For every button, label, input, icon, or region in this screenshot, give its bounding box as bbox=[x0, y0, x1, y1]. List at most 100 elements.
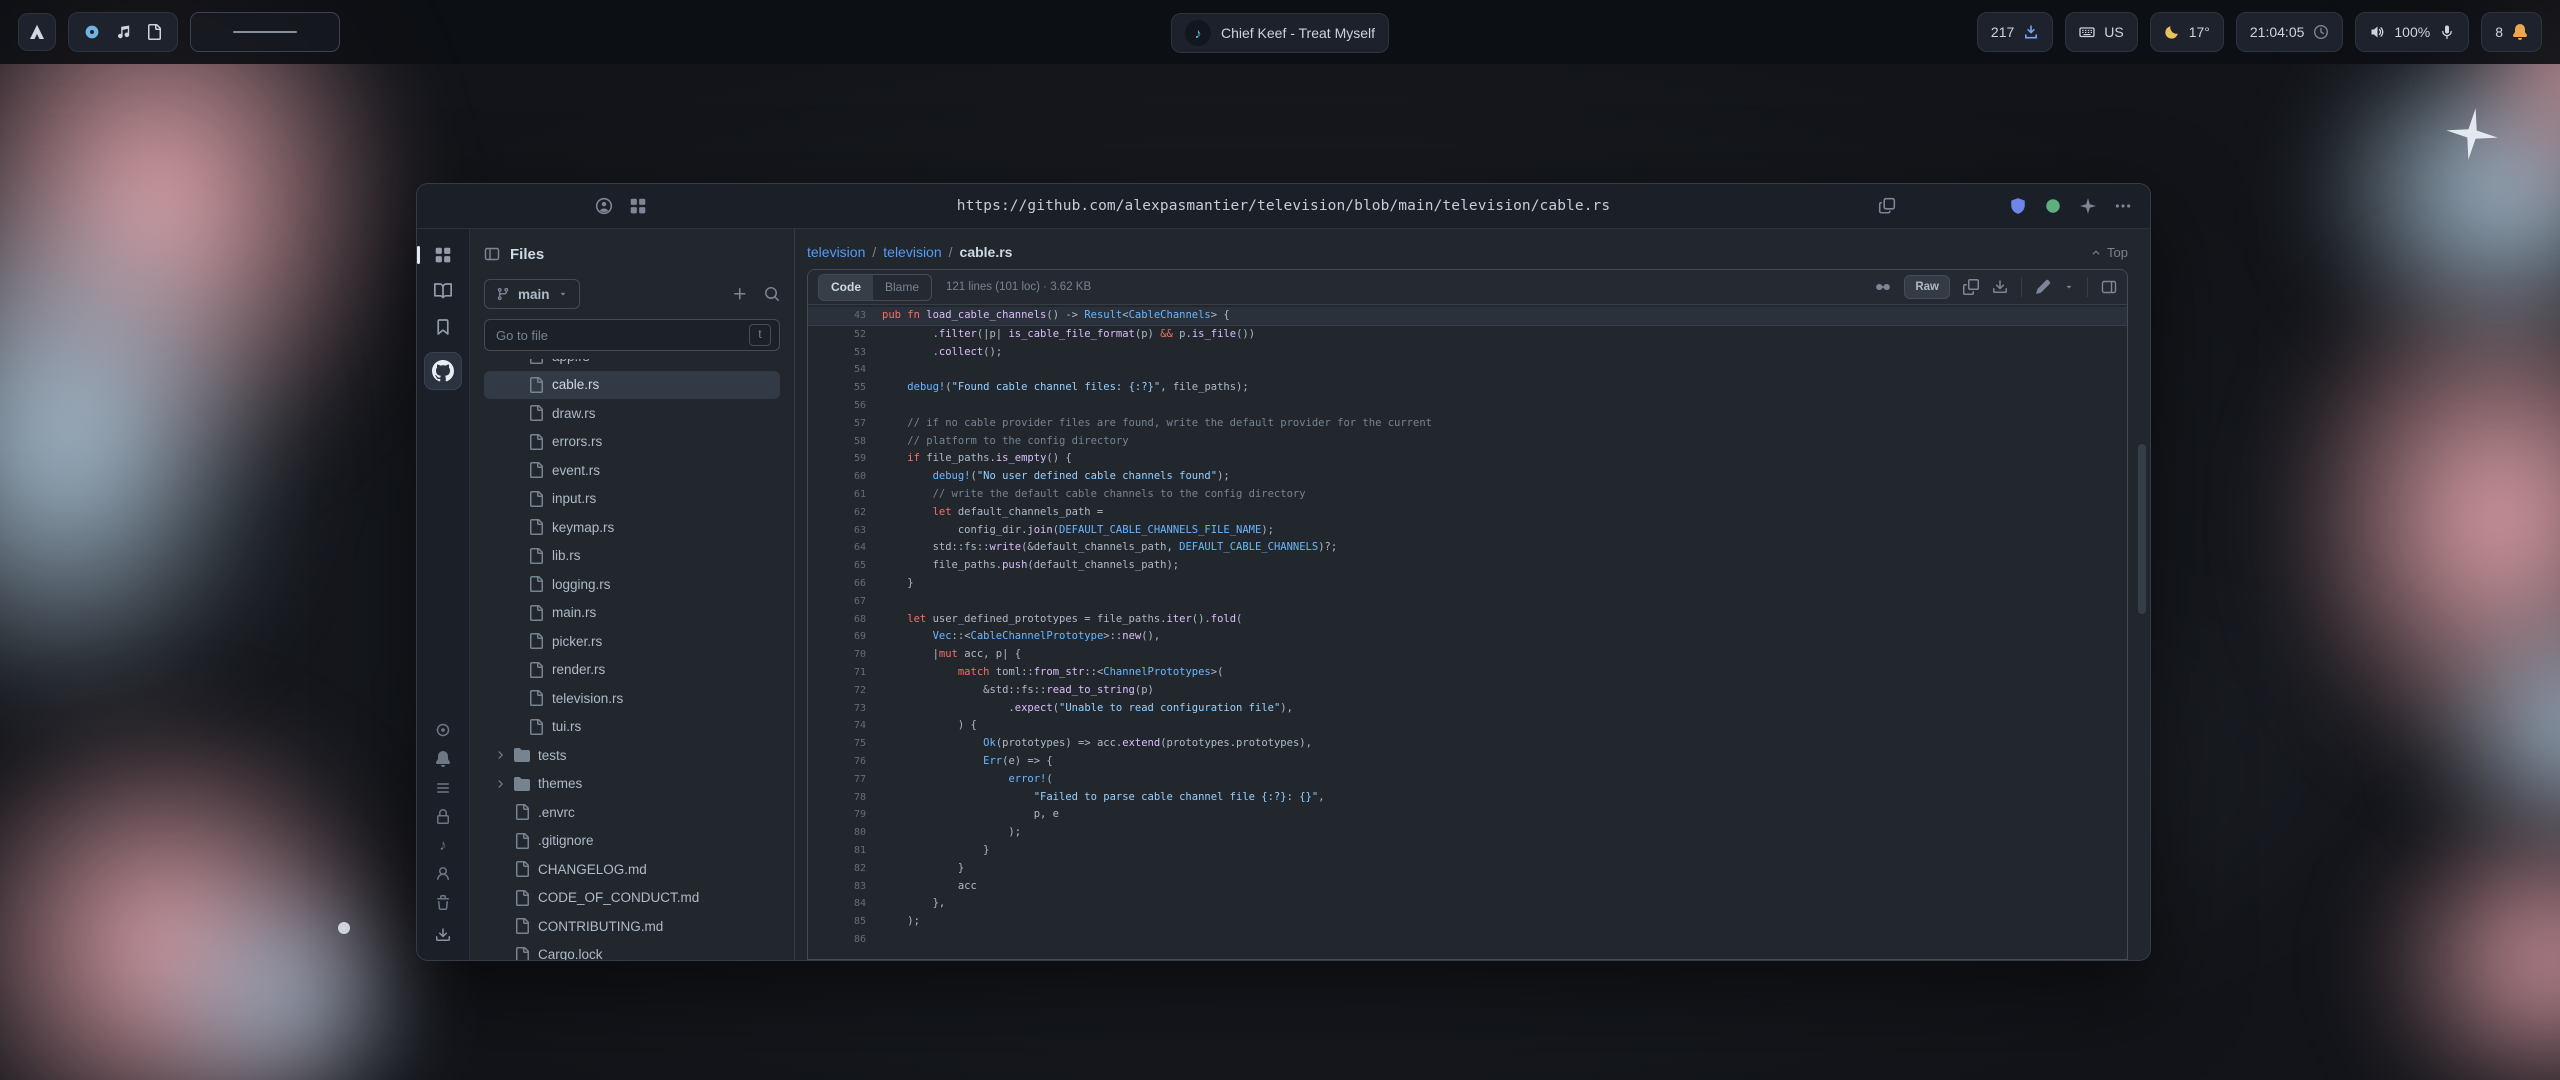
line-number[interactable]: 76 bbox=[808, 753, 882, 771]
weather-module[interactable]: 17° bbox=[2150, 12, 2224, 52]
line-number[interactable]: 54 bbox=[808, 361, 882, 379]
tree-item-picker.rs[interactable]: picker.rs bbox=[484, 627, 780, 656]
copilot-icon[interactable] bbox=[1875, 279, 1891, 295]
tree-item-input.rs[interactable]: input.rs bbox=[484, 485, 780, 514]
adblock-extension-icon[interactable] bbox=[2009, 197, 2027, 215]
go-to-file-input[interactable]: Go to file t bbox=[484, 319, 780, 351]
line-number[interactable]: 63 bbox=[808, 522, 882, 540]
edit-caret-icon[interactable] bbox=[2064, 282, 2074, 292]
profile-icon[interactable] bbox=[595, 197, 613, 215]
target-icon[interactable] bbox=[435, 722, 451, 738]
line-number[interactable]: 56 bbox=[808, 397, 882, 415]
raw-button[interactable]: Raw bbox=[1904, 275, 1950, 299]
tree-item-cable.rs[interactable]: cable.rs bbox=[484, 371, 780, 400]
symbols-panel-icon[interactable] bbox=[2101, 279, 2117, 295]
tree-item-event.rs[interactable]: event.rs bbox=[484, 456, 780, 485]
back-to-top-link[interactable]: Top bbox=[2090, 245, 2128, 260]
line-number[interactable]: 53 bbox=[808, 344, 882, 362]
line-number[interactable]: 83 bbox=[808, 878, 882, 896]
extension-icon[interactable] bbox=[2044, 197, 2062, 215]
notifications-module[interactable]: 8 bbox=[2481, 12, 2542, 52]
url-bar[interactable]: https://github.com/alexpasmantier/televi… bbox=[957, 198, 1610, 214]
line-number[interactable]: 58 bbox=[808, 433, 882, 451]
line-number[interactable]: 61 bbox=[808, 486, 882, 504]
list-icon[interactable] bbox=[435, 780, 451, 796]
clock-module[interactable]: 21:04:05 bbox=[2236, 12, 2344, 52]
tree-item-lib.rs[interactable]: lib.rs bbox=[484, 542, 780, 571]
line-number[interactable]: 59 bbox=[808, 450, 882, 468]
person-icon[interactable] bbox=[435, 866, 451, 882]
line-number[interactable]: 64 bbox=[808, 539, 882, 557]
tree-item-themes[interactable]: themes bbox=[484, 770, 780, 799]
line-number[interactable]: 62 bbox=[808, 504, 882, 522]
line-number[interactable]: 80 bbox=[808, 824, 882, 842]
line-number[interactable]: 55 bbox=[808, 379, 882, 397]
line-number[interactable]: 86 bbox=[808, 931, 882, 949]
tree-item-tests[interactable]: tests bbox=[484, 741, 780, 770]
tree-item-errors.rs[interactable]: errors.rs bbox=[484, 428, 780, 457]
line-number[interactable]: 77 bbox=[808, 771, 882, 789]
tree-item-CHANGELOG.md[interactable]: CHANGELOG.md bbox=[484, 855, 780, 884]
line-number[interactable]: 81 bbox=[808, 842, 882, 860]
tree-item-Cargo.lock[interactable]: Cargo.lock bbox=[484, 941, 780, 961]
line-number[interactable]: 75 bbox=[808, 735, 882, 753]
music-tab-icon[interactable]: ♪ bbox=[439, 838, 447, 853]
volume-module[interactable]: 100% bbox=[2355, 12, 2469, 52]
line-number[interactable]: 82 bbox=[808, 860, 882, 878]
line-number[interactable]: 78 bbox=[808, 789, 882, 807]
tree-item-main.rs[interactable]: main.rs bbox=[484, 599, 780, 628]
line-number[interactable]: 66 bbox=[808, 575, 882, 593]
journal-tab[interactable] bbox=[423, 275, 463, 307]
tab-blame[interactable]: Blame bbox=[873, 275, 931, 300]
tree-item-.envrc[interactable]: .envrc bbox=[484, 798, 780, 827]
edit-icon[interactable] bbox=[2035, 279, 2051, 295]
window-title-box[interactable] bbox=[190, 12, 340, 52]
bell-tab-icon[interactable] bbox=[435, 751, 451, 767]
add-file-icon[interactable] bbox=[732, 286, 748, 302]
lock-icon[interactable] bbox=[435, 809, 451, 825]
line-number[interactable]: 84 bbox=[808, 895, 882, 913]
github-tab[interactable] bbox=[424, 352, 462, 390]
music-note-icon[interactable] bbox=[115, 24, 131, 40]
collapse-sidebar-icon[interactable] bbox=[484, 246, 500, 262]
downloads-icon[interactable] bbox=[435, 927, 451, 943]
bookmark-tab[interactable] bbox=[423, 311, 463, 343]
download-icon[interactable] bbox=[1992, 279, 2008, 295]
tree-item-tui.rs[interactable]: tui.rs bbox=[484, 713, 780, 742]
tree-item-television.rs[interactable]: television.rs bbox=[484, 684, 780, 713]
line-number[interactable]: 65 bbox=[808, 557, 882, 575]
line-number[interactable]: 52 bbox=[808, 326, 882, 344]
line-number[interactable]: 60 bbox=[808, 468, 882, 486]
tree-item-.gitignore[interactable]: .gitignore bbox=[484, 827, 780, 856]
line-number[interactable]: 68 bbox=[808, 611, 882, 629]
updates-module[interactable]: 217 bbox=[1977, 12, 2053, 52]
tree-item-app.rs[interactable]: app.rs bbox=[484, 359, 780, 371]
document-icon[interactable] bbox=[146, 24, 162, 40]
tree-item-CODE_OF_CONDUCT.md[interactable]: CODE_OF_CONDUCT.md bbox=[484, 884, 780, 913]
breadcrumb-repo[interactable]: television bbox=[807, 244, 865, 260]
tab-code[interactable]: Code bbox=[819, 275, 873, 300]
copy-icon[interactable] bbox=[1963, 279, 1979, 295]
line-number[interactable]: 70 bbox=[808, 646, 882, 664]
tree-item-draw.rs[interactable]: draw.rs bbox=[484, 399, 780, 428]
tree-item-CONTRIBUTING.md[interactable]: CONTRIBUTING.md bbox=[484, 912, 780, 941]
breadcrumb-folder[interactable]: television bbox=[883, 244, 941, 260]
tree-item-render.rs[interactable]: render.rs bbox=[484, 656, 780, 685]
line-number[interactable]: 67 bbox=[808, 593, 882, 611]
trash-icon[interactable] bbox=[435, 895, 451, 911]
containers-icon[interactable] bbox=[629, 197, 647, 215]
line-number[interactable]: 85 bbox=[808, 913, 882, 931]
line-number[interactable]: 73 bbox=[808, 700, 882, 718]
tree-item-logging.rs[interactable]: logging.rs bbox=[484, 570, 780, 599]
sparkle-icon[interactable] bbox=[2079, 197, 2097, 215]
line-number[interactable]: 71 bbox=[808, 664, 882, 682]
line-number[interactable]: 69 bbox=[808, 628, 882, 646]
menu-icon[interactable] bbox=[2114, 197, 2132, 215]
launcher-button[interactable] bbox=[18, 13, 56, 51]
search-icon[interactable] bbox=[764, 286, 780, 302]
workspace-apps-tab[interactable] bbox=[423, 239, 463, 271]
scrollbar[interactable] bbox=[2138, 444, 2146, 614]
line-number[interactable]: 74 bbox=[808, 717, 882, 735]
disc-icon[interactable] bbox=[84, 24, 100, 40]
line-number[interactable]: 43 bbox=[808, 307, 882, 325]
